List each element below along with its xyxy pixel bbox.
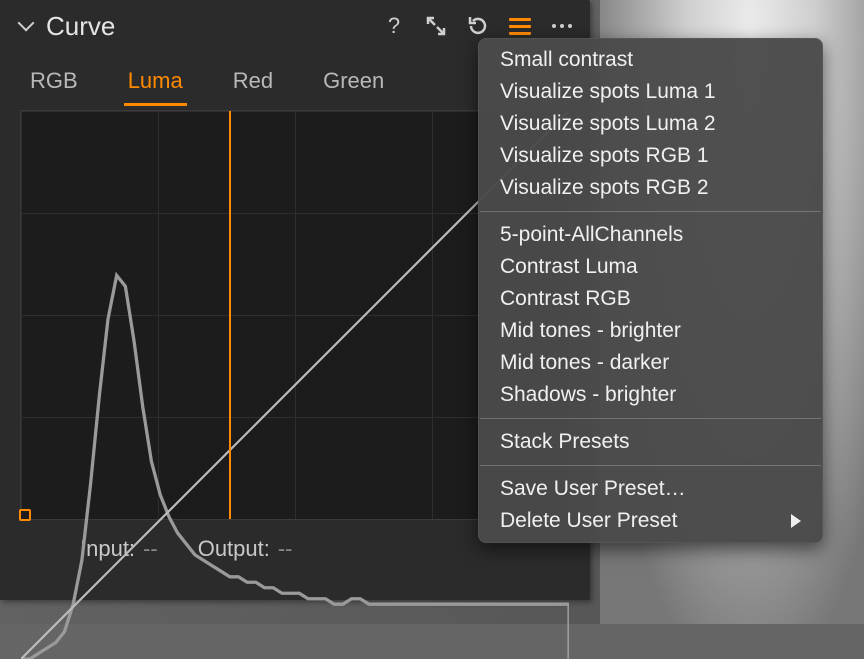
menu-item[interactable]: Contrast RGB [478,283,823,315]
presets-menu-button[interactable] [508,14,532,38]
menu-item-label: Small contrast [500,48,633,72]
menu-item[interactable]: Contrast Luma [478,251,823,283]
menu-item[interactable]: Shadows - brighter [478,379,823,411]
menu-item[interactable]: Small contrast [478,44,823,76]
more-icon [552,24,572,28]
menu-item-label: Mid tones - darker [500,351,669,375]
expand-icon[interactable] [424,14,448,38]
menu-separator [480,418,821,419]
menu-item-label: Delete User Preset [500,509,677,533]
tab-rgb[interactable]: RGB [30,68,78,104]
menu-item[interactable]: Save User Preset… [478,473,823,505]
menu-item[interactable]: 5-point-AllChannels [478,219,823,251]
menu-item-label: Visualize spots RGB 2 [500,176,709,200]
tab-green[interactable]: Green [323,68,384,104]
panel-actions: ? [382,14,574,38]
menu-item-label: Mid tones - brighter [500,319,681,343]
menu-item-label: Shadows - brighter [500,383,676,407]
menu-item-label: Visualize spots Luma 1 [500,80,716,104]
menu-item-label: Contrast RGB [500,287,631,311]
menu-item[interactable]: Visualize spots RGB 1 [478,140,823,172]
hamburger-icon [509,18,531,35]
menu-item[interactable]: Mid tones - darker [478,347,823,379]
menu-item-label: Visualize spots RGB 1 [500,144,709,168]
menu-item[interactable]: Mid tones - brighter [478,315,823,347]
help-icon[interactable]: ? [382,14,406,38]
submenu-arrow-icon [791,514,801,528]
menu-item[interactable]: Visualize spots RGB 2 [478,172,823,204]
menu-separator [480,465,821,466]
reset-icon[interactable] [466,14,490,38]
menu-item-label: 5-point-AllChannels [500,223,683,247]
tab-luma[interactable]: Luma [128,68,183,104]
curve-marker-line [229,111,231,519]
menu-item-label: Stack Presets [500,430,630,454]
curve-control-point[interactable] [19,509,31,521]
menu-item[interactable]: Delete User Preset [478,505,823,537]
menu-item[interactable]: Stack Presets [478,426,823,458]
svg-text:?: ? [388,15,400,37]
menu-item[interactable]: Visualize spots Luma 2 [478,108,823,140]
menu-item-label: Visualize spots Luma 2 [500,112,716,136]
panel-title: Curve [46,11,115,42]
chevron-down-icon [18,15,35,32]
presets-menu: Small contrast Visualize spots Luma 1 Visu… [478,38,823,543]
menu-item[interactable]: Visualize spots Luma 1 [478,76,823,108]
more-button[interactable] [550,14,574,38]
panel-collapse-toggle[interactable]: Curve [20,11,115,42]
menu-item-label: Save User Preset… [500,477,686,501]
menu-separator [480,211,821,212]
tab-red[interactable]: Red [233,68,273,104]
menu-item-label: Contrast Luma [500,255,638,279]
